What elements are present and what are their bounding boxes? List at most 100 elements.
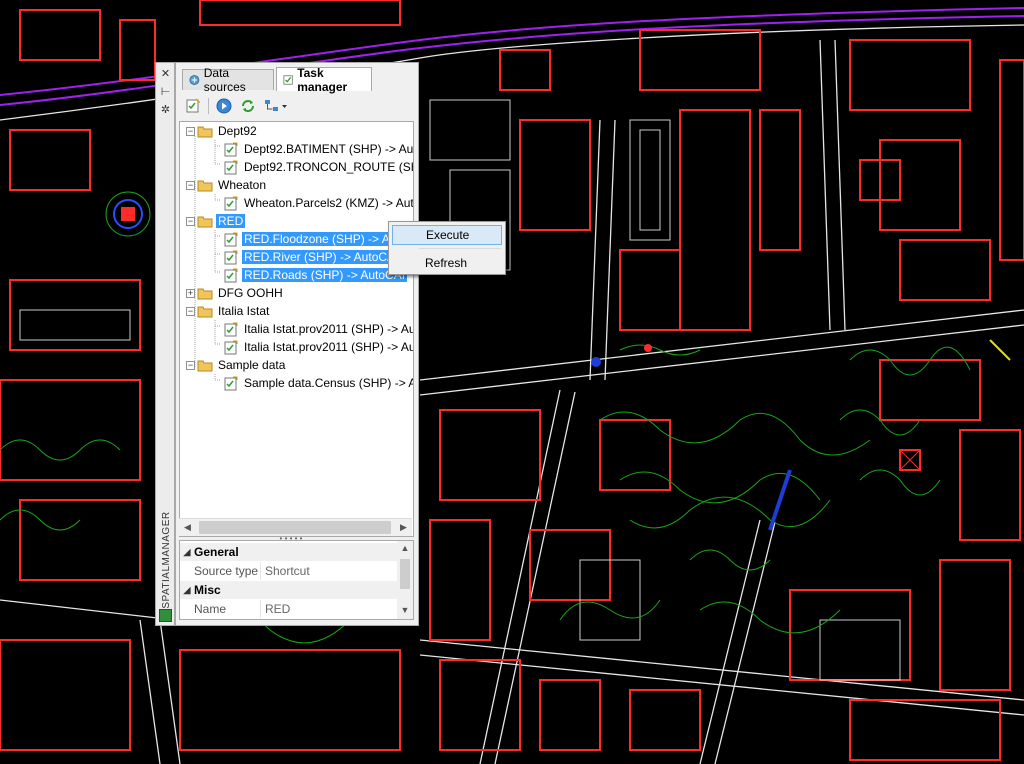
tree-item-red-river[interactable]: RED.River (SHP) -> AutoCAI — [224, 248, 401, 266]
options-dropdown-button[interactable] — [263, 97, 289, 115]
toolbar-separator — [208, 98, 209, 114]
property-name: Name — [194, 600, 261, 618]
property-value: Shortcut — [265, 564, 310, 578]
folder-icon — [197, 126, 213, 137]
context-menu: Execute Refresh — [388, 221, 506, 275]
scroll-left-icon[interactable]: ◀ — [179, 519, 196, 536]
scroll-down-icon[interactable]: ▼ — [397, 603, 413, 617]
collapse-icon[interactable]: − — [186, 216, 195, 226]
execute-icon — [216, 98, 232, 114]
collapse-icon[interactable]: − — [186, 306, 195, 316]
tree-group-wheaton[interactable]: − Wheaton — [186, 176, 268, 194]
new-task-icon — [186, 98, 200, 113]
task-item-icon — [224, 250, 238, 264]
task-item-icon — [224, 160, 238, 174]
tab-data-sources-label: Data sources — [203, 66, 246, 94]
folder-icon — [197, 306, 213, 317]
collapse-icon[interactable]: − — [186, 360, 195, 370]
tree-lines — [194, 136, 220, 381]
tree-group-italia-istat[interactable]: − Italia Istat — [186, 302, 271, 320]
tree-item-dept92-batiment[interactable]: Dept92.BATIMENT (SHP) -> Auto — [224, 140, 413, 158]
execute-button[interactable] — [215, 97, 233, 115]
property-name: Source type — [194, 562, 261, 580]
tree-group-label: Dept92 — [218, 124, 257, 138]
tree-group-dept92[interactable]: − Dept92 — [186, 122, 259, 140]
property-category-label: Misc — [194, 583, 221, 597]
palette-title: SPATIALMANAGER — [161, 511, 172, 609]
task-item-icon — [224, 142, 238, 156]
context-menu-label: Refresh — [425, 256, 468, 270]
folder-icon — [197, 288, 213, 299]
tree-item-italia-istat-prov2011-b[interactable]: Italia Istat.prov2011 (SHP) -> Aut — [224, 338, 414, 356]
context-menu-execute[interactable]: Execute — [392, 225, 502, 245]
scroll-right-icon[interactable]: ▶ — [395, 519, 412, 536]
context-menu-label: Execute — [426, 228, 470, 242]
tree-group-label: DFG OOHH — [218, 286, 283, 300]
scroll-up-icon[interactable]: ▲ — [397, 541, 413, 555]
folder-icon — [197, 216, 213, 227]
property-value: RED — [265, 602, 291, 616]
tree-item-dept92-troncon-route[interactable]: Dept92.TRONCON_ROUTE (SHP) — [224, 158, 413, 176]
collapse-icon[interactable]: − — [186, 126, 195, 136]
tab-task-manager-label: Task manager — [297, 65, 348, 94]
refresh-icon — [242, 100, 254, 112]
property-row-source-type[interactable]: Source type Shortcut — [194, 562, 398, 580]
property-category-general[interactable]: ◢ General — [180, 543, 398, 561]
property-vertical-scrollbar[interactable]: ▲ ▼ — [397, 541, 413, 619]
tab-task-manager[interactable]: Task manager — [276, 65, 372, 94]
tree-item-label: RED.Roads (SHP) -> AutoCAI — [242, 268, 408, 282]
task-item-icon — [224, 232, 238, 246]
scrollbar-thumb[interactable] — [199, 521, 391, 534]
tree-item-label: Wheaton.Parcels2 (KMZ) -> Aut — [244, 196, 414, 210]
spatialmanager-logo-icon — [159, 609, 172, 622]
collapse-icon[interactable]: ◢ — [180, 585, 194, 596]
property-category-misc[interactable]: ◢ Misc — [180, 581, 398, 599]
tree-item-label: RED.River (SHP) -> AutoCAI — [242, 250, 401, 264]
property-row-name[interactable]: Name RED — [194, 600, 398, 618]
property-category-label: General — [194, 545, 239, 559]
task-item-icon — [224, 376, 238, 390]
map-canvas[interactable] — [0, 0, 1024, 764]
spatial-manager-panel: Data sources Task manager − Dept92 Dept9… — [175, 62, 419, 626]
collapse-icon[interactable]: − — [186, 180, 195, 190]
task-item-icon — [224, 322, 238, 336]
close-icon[interactable]: ✕ — [158, 67, 173, 82]
tree-item-label: Italia Istat.prov2011 (SHP) -> Aut — [244, 340, 414, 354]
new-task-button[interactable] — [184, 97, 202, 115]
database-icon — [189, 75, 200, 85]
tree-item-red-floodzone[interactable]: RED.Floodzone (SHP) -> Aut — [224, 230, 402, 248]
tree-item-label: Italia Istat.prov2011 (SHP) -> Aut — [244, 322, 414, 336]
folder-icon — [197, 360, 213, 371]
options-dropdown-icon — [265, 100, 287, 111]
context-menu-separator — [419, 248, 501, 249]
task-tree[interactable]: − Dept92 Dept92.BATIMENT (SHP) -> Auto D… — [179, 121, 414, 537]
tree-item-red-roads[interactable]: RED.Roads (SHP) -> AutoCAI — [224, 266, 408, 284]
task-item-icon — [224, 340, 238, 354]
tree-item-sample-data-census[interactable]: Sample data.Census (SHP) -> Au — [224, 374, 414, 392]
tree-group-sample-data[interactable]: − Sample data — [186, 356, 287, 374]
tree-item-label: RED.Floodzone (SHP) -> Aut — [242, 232, 402, 246]
task-toolbar — [180, 94, 418, 118]
tree-group-label: RED — [214, 213, 247, 229]
tab-strip: Data sources Task manager — [176, 63, 418, 94]
tree-item-label: Sample data.Census (SHP) -> Au — [244, 376, 414, 390]
folder-icon — [197, 180, 213, 191]
tab-data-sources[interactable]: Data sources — [182, 66, 274, 94]
refresh-button[interactable] — [239, 97, 257, 115]
task-item-icon — [224, 196, 238, 210]
tree-group-dfg-oohh[interactable]: + DFG OOHH — [186, 284, 285, 302]
tree-group-label: Wheaton — [218, 178, 267, 192]
tree-item-wheaton-parcels2[interactable]: Wheaton.Parcels2 (KMZ) -> Aut — [224, 194, 414, 212]
expand-icon[interactable]: + — [186, 288, 195, 298]
property-grid[interactable]: ◢ General Source type Shortcut ◢ Misc Na… — [179, 540, 414, 620]
tree-group-label: Italia Istat — [218, 304, 270, 318]
tree-group-red[interactable]: − RED — [186, 212, 247, 230]
pin-icon[interactable]: ⊢ — [158, 85, 173, 100]
scrollbar-thumb[interactable] — [400, 559, 410, 589]
palette-title-bar[interactable]: ✕ ⊢ ✲ SPATIALMANAGER — [155, 62, 175, 626]
task-icon — [283, 74, 293, 85]
tree-item-italia-istat-prov2011-a[interactable]: Italia Istat.prov2011 (SHP) -> Aut — [224, 320, 414, 338]
collapse-icon[interactable]: ◢ — [180, 547, 194, 558]
settings-icon[interactable]: ✲ — [158, 103, 173, 118]
context-menu-refresh[interactable]: Refresh — [392, 253, 502, 273]
